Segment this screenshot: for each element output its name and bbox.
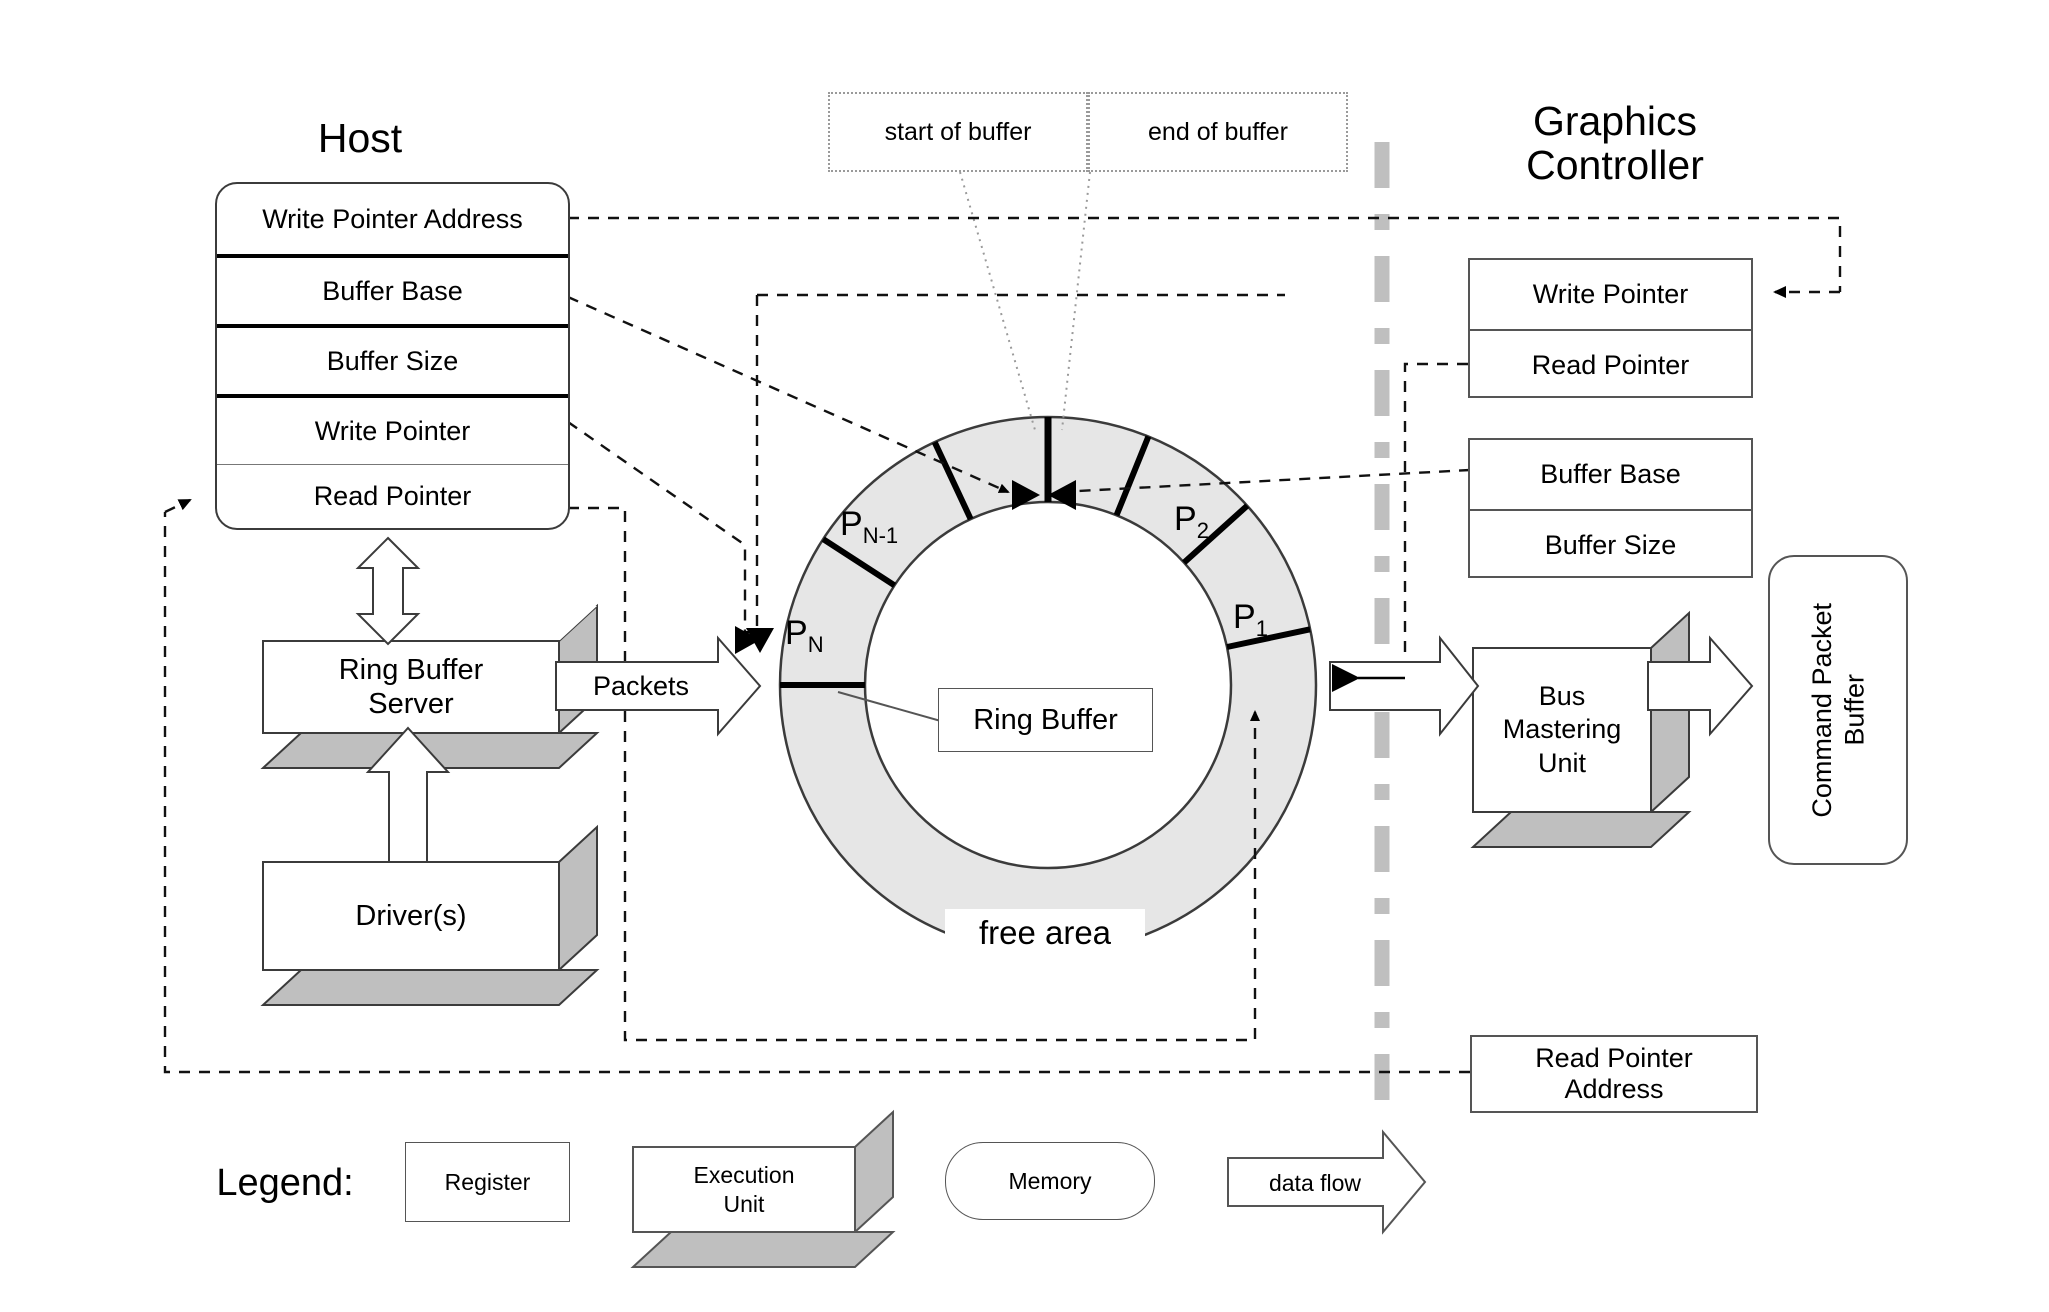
packet-base-p2: P <box>1174 500 1197 538</box>
ring-buffer-callout: Ring Buffer <box>938 688 1153 752</box>
host-register-write-pointer-address[interactable]: Write Pointer Address <box>217 184 568 254</box>
packet-label-pn: PN <box>785 614 824 658</box>
packet-base-pn: P <box>785 614 808 652</box>
packet-base-p1: P <box>1233 598 1256 636</box>
free-area-label: free area <box>945 909 1145 957</box>
packets-label: Packets <box>566 666 716 706</box>
gc-register-read-pointer[interactable]: Read Pointer <box>1470 329 1751 400</box>
gc-pointer-registers: Write Pointer Read Pointer <box>1468 258 1753 398</box>
buffer-callout-leaders <box>959 171 1091 431</box>
packet-label-p1: P1 <box>1233 598 1268 642</box>
packet-label-p2: P2 <box>1174 500 1209 544</box>
end-of-buffer-callout: end of buffer <box>1088 92 1348 172</box>
legend-item-execution-unit: Execution Unit <box>693 1161 795 1217</box>
packet-sub-p1: 1 <box>1255 615 1268 641</box>
ring-bmu-dataflow <box>1329 635 1480 737</box>
packet-base-pn-1: P <box>840 505 863 543</box>
packet-sub-pn: N <box>807 631 824 657</box>
ring-buffer-server-label[interactable]: Ring Buffer Server <box>263 641 559 733</box>
packet-label-pn-1: PN-1 <box>840 505 898 549</box>
gc-register-write-pointer[interactable]: Write Pointer <box>1470 260 1751 329</box>
ring-buffer-donut <box>778 415 1318 955</box>
host-register-read-pointer[interactable]: Read Pointer <box>217 464 568 528</box>
packet-sub-p2: 2 <box>1196 517 1209 543</box>
gc-buffer-registers: Buffer Base Buffer Size <box>1468 438 1753 578</box>
host-register-buffer-size[interactable]: Buffer Size <box>217 324 568 394</box>
host-register-buffer-base[interactable]: Buffer Base <box>217 254 568 324</box>
host-title: Host <box>317 114 403 161</box>
gc-readpointer-route <box>1330 362 1468 677</box>
graphics-controller-title: Graphics Controller <box>1526 97 1704 188</box>
host-bufferbase-route <box>567 295 1010 494</box>
gc-register-buffer-size[interactable]: Buffer Size <box>1470 509 1751 580</box>
packet-sub-pn-1: N-1 <box>862 522 899 548</box>
ring-left-arrowheads <box>735 626 774 654</box>
gc-read-pointer-address-register[interactable]: Read Pointer Address <box>1470 1035 1758 1113</box>
host-readpointer-route <box>568 506 1260 1042</box>
host-register-stack: Write Pointer Address Buffer Base Buffer… <box>215 182 570 530</box>
drivers-label[interactable]: Driver(s) <box>263 862 559 970</box>
gc-register-buffer-base[interactable]: Buffer Base <box>1470 440 1751 509</box>
legend-title: Legend: <box>216 1161 354 1204</box>
bus-mastering-unit-label[interactable]: Bus Mastering Unit <box>1473 648 1651 812</box>
command-packet-buffer[interactable]: Command Packet Buffer <box>1768 555 1908 865</box>
diagram-canvas: Host Write Pointer Address Buffer Base B… <box>0 0 2049 1312</box>
command-packet-buffer-label: Command Packet Buffer <box>1806 602 1869 818</box>
legend-item-memory: Memory <box>945 1142 1155 1220</box>
legend-item-register: Register <box>405 1142 570 1222</box>
host-register-write-pointer[interactable]: Write Pointer <box>217 394 568 464</box>
legend-item-data-flow: data flow <box>1268 1169 1362 1196</box>
start-of-buffer-callout: start of buffer <box>828 92 1088 172</box>
